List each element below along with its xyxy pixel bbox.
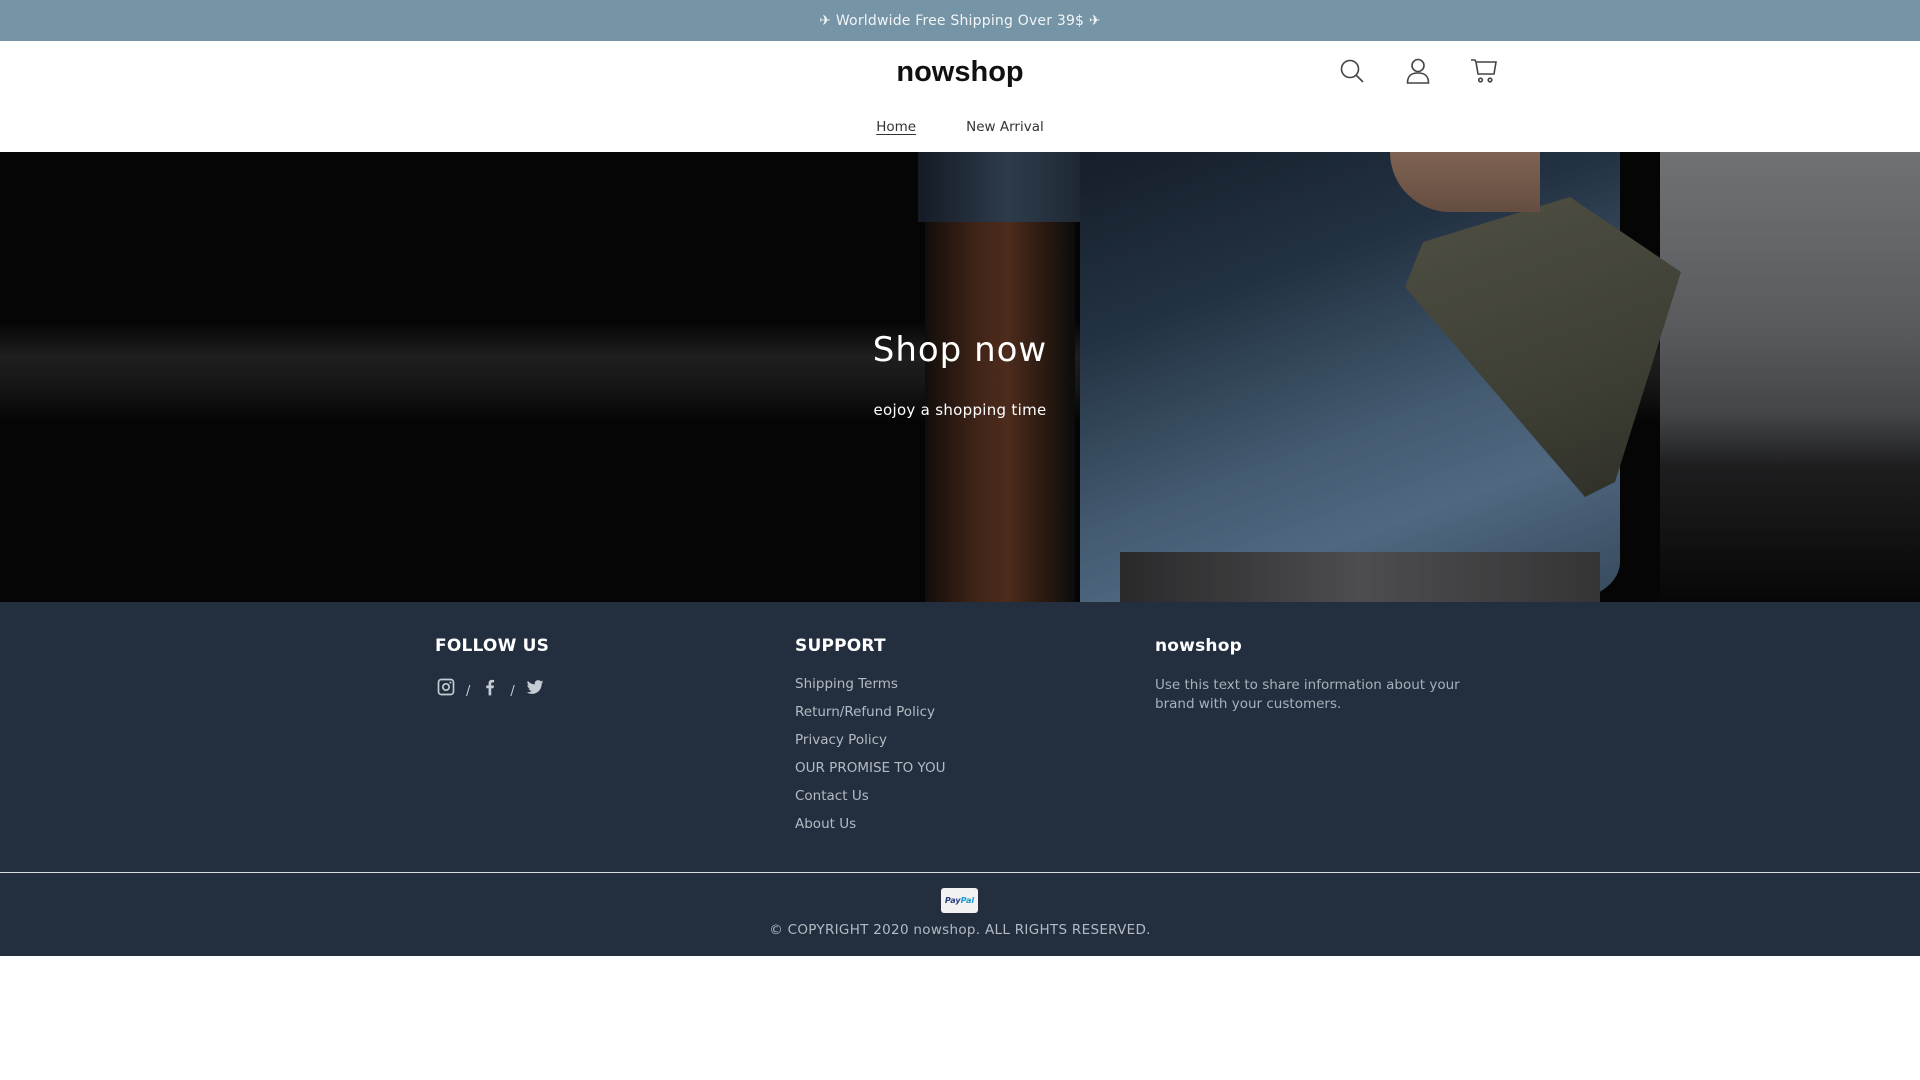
twitter-icon	[526, 680, 544, 694]
social-separator: /	[510, 684, 515, 699]
hero-image	[0, 152, 1920, 602]
paypal-icon: Pay	[944, 896, 961, 905]
footer-support-column: SUPPORT Shipping Terms Return/Refund Pol…	[795, 636, 1155, 844]
footer-link-privacy-policy[interactable]: Privacy Policy	[795, 732, 1155, 748]
footer-link-return-refund-policy[interactable]: Return/Refund Policy	[795, 704, 1155, 720]
site-header: nowshop Home New Arrival	[0, 41, 1920, 152]
footer-divider	[0, 872, 1920, 873]
search-icon	[1340, 59, 1364, 83]
nav-item-home[interactable]: Home	[876, 119, 916, 135]
support-heading: SUPPORT	[795, 636, 886, 656]
social-links: / /	[435, 676, 795, 698]
site-footer: FOLLOW US / / SUPPORT Shipping Terms Ret…	[0, 602, 1920, 956]
instagram-link[interactable]	[435, 676, 457, 698]
facebook-icon	[486, 679, 495, 696]
announcement-text: ✈ Worldwide Free Shipping Over 39$ ✈	[819, 12, 1101, 29]
facebook-link[interactable]	[479, 676, 501, 698]
main-nav: Home New Arrival	[0, 119, 1920, 135]
social-separator: /	[466, 684, 471, 699]
follow-heading: FOLLOW US	[435, 636, 550, 656]
twitter-link[interactable]	[524, 676, 546, 698]
brand-heading: nowshop	[1155, 636, 1242, 656]
footer-link-our-promise[interactable]: OUR PROMISE TO YOU	[795, 760, 1155, 776]
instagram-icon	[437, 678, 455, 696]
brand-description: Use this text to share information about…	[1155, 677, 1460, 712]
announcement-bar: ✈ Worldwide Free Shipping Over 39$ ✈	[0, 0, 1920, 41]
cart-button[interactable]	[1470, 56, 1498, 86]
paypal-payment-badge: Pay Pal	[941, 888, 978, 913]
header-icons	[1338, 56, 1498, 86]
hero-banner[interactable]: Shop now eojoy a shopping time	[0, 152, 1920, 602]
copyright-text: © COPYRIGHT 2020 nowshop. ALL RIGHTS RES…	[769, 922, 1151, 938]
nav-item-new-arrival[interactable]: New Arrival	[966, 119, 1044, 135]
cart-icon	[1471, 59, 1497, 83]
hero-subtitle: eojoy a shopping time	[873, 401, 1047, 419]
hero-title: Shop now	[872, 330, 1048, 370]
footer-link-about-us[interactable]: About Us	[795, 816, 1155, 832]
footer-brand-column: nowshop Use this text to share informati…	[1155, 636, 1515, 844]
footer-follow-column: FOLLOW US / /	[435, 636, 795, 844]
site-logo[interactable]: nowshop	[0, 56, 1920, 89]
footer-link-shipping-terms[interactable]: Shipping Terms	[795, 676, 1155, 692]
search-button[interactable]	[1338, 56, 1366, 86]
account-button[interactable]	[1404, 56, 1432, 86]
account-icon	[1406, 58, 1430, 84]
footer-link-contact-us[interactable]: Contact Us	[795, 788, 1155, 804]
